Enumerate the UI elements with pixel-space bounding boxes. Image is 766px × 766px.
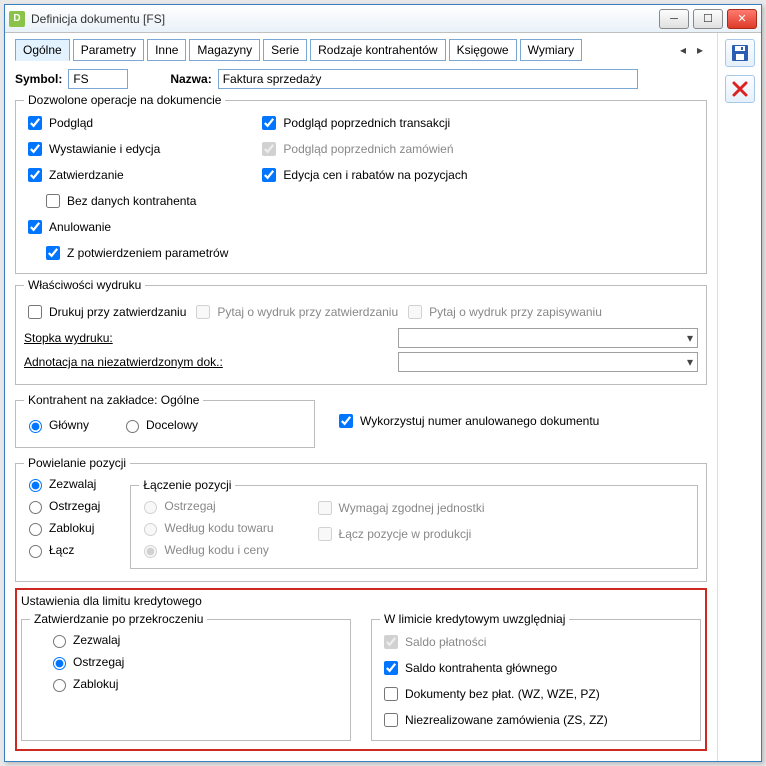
credit-include-group: W limicie kredytowym uwzględniaj Saldo p… xyxy=(371,612,701,741)
credit-legend: Ustawienia dla limitu kredytowego xyxy=(21,594,202,608)
print-props-group: Właściwości wydruku Drukuj przy zatwierd… xyxy=(15,278,707,385)
name-input[interactable] xyxy=(218,69,638,89)
chk-require-unit: Wymagaj zgodnej jednostki xyxy=(314,498,485,518)
close-button[interactable]: ✕ xyxy=(727,9,757,29)
chk-prev-orders: Podgląd poprzednich zamówień xyxy=(258,139,467,159)
titlebar: D Definicja dokumentu [FS] ─ ☐ ✕ xyxy=(5,5,761,33)
main-pane: Ogólne Parametry Inne Magazyny Serie Rod… xyxy=(5,33,717,761)
tabs-arrow-left-icon[interactable]: ◂ xyxy=(676,43,690,57)
name-label: Nazwa: xyxy=(170,72,211,86)
tab-parametry[interactable]: Parametry xyxy=(73,39,144,61)
save-button[interactable] xyxy=(725,39,755,67)
tab-ksiegowe[interactable]: Księgowe xyxy=(449,39,517,61)
disk-icon xyxy=(731,44,749,62)
radio-dup-merge[interactable]: Łącz xyxy=(24,542,100,558)
app-window: D Definicja dokumentu [FS] ─ ☐ ✕ Ogólne … xyxy=(4,4,762,762)
radio-credit-allow[interactable]: Zezwalaj xyxy=(48,632,342,648)
allowed-operations-legend: Dozwolone operacje na dokumencie xyxy=(24,93,225,107)
credit-confirm-legend: Zatwierdzanie po przekroczeniu xyxy=(30,612,207,626)
chk-confirm[interactable]: Zatwierdzanie xyxy=(24,165,228,185)
chk-prev-trans[interactable]: Podgląd poprzednich transakcji xyxy=(258,113,467,133)
credit-limit-highlight: Ustawienia dla limitu kredytowego Zatwie… xyxy=(15,588,707,751)
radio-credit-warn[interactable]: Ostrzegaj xyxy=(48,654,342,670)
radio-merge-bycode: Według kodu towaru xyxy=(139,520,273,536)
symbol-label: Symbol: xyxy=(15,72,62,86)
footer-label: Stopka wydruku: xyxy=(24,331,113,345)
print-props-legend: Właściwości wydruku xyxy=(24,278,145,292)
chk-credit-main-balance[interactable]: Saldo kontrahenta głównego xyxy=(380,658,692,678)
window-title: Definicja dokumentu [FS] xyxy=(31,12,659,26)
credit-include-legend: W limicie kredytowym uwzględniaj xyxy=(380,612,569,626)
maximize-button[interactable]: ☐ xyxy=(693,9,723,29)
allowed-operations-group: Dozwolone operacje na dokumencie Podgląd… xyxy=(15,93,707,274)
chk-print-confirm[interactable]: Drukuj przy zatwierdzaniu xyxy=(24,302,186,322)
radio-contractor-target[interactable]: Docelowy xyxy=(121,417,198,433)
symbol-input[interactable] xyxy=(68,69,128,89)
window-buttons: ─ ☐ ✕ xyxy=(659,9,757,29)
cancel-button[interactable] xyxy=(725,75,755,103)
chk-no-contractor[interactable]: Bez danych kontrahenta xyxy=(42,191,228,211)
radio-dup-block[interactable]: Zablokuj xyxy=(24,520,100,536)
chk-reuse-canceled[interactable]: Wykorzystuj numer anulowanego dokumentu xyxy=(335,411,599,431)
annotation-label: Adnotacja na niezatwierdzonym dok.: xyxy=(24,355,223,369)
chk-confirm-params[interactable]: Z potwierdzeniem parametrów xyxy=(42,243,228,263)
tab-wymiary[interactable]: Wymiary xyxy=(520,39,583,61)
tab-inne[interactable]: Inne xyxy=(147,39,186,61)
tab-magazyny[interactable]: Magazyny xyxy=(189,39,260,61)
merge-group: Łączenie pozycji Ostrzegaj Według kodu t… xyxy=(130,478,698,569)
chk-merge-prod: Łącz pozycje w produkcji xyxy=(314,524,485,544)
action-sidebar xyxy=(717,33,761,761)
annotation-combo[interactable] xyxy=(398,352,698,372)
app-icon: D xyxy=(9,11,25,27)
chk-edit-prices[interactable]: Edycja cen i rabatów na pozycjach xyxy=(258,165,467,185)
radio-credit-block[interactable]: Zablokuj xyxy=(48,676,342,692)
radio-dup-warn[interactable]: Ostrzegaj xyxy=(24,498,100,514)
chk-preview[interactable]: Podgląd xyxy=(24,113,228,133)
close-icon xyxy=(732,81,748,97)
credit-group: Ustawienia dla limitu kredytowego Zatwie… xyxy=(21,594,701,745)
duplicate-legend: Powielanie pozycji xyxy=(24,456,130,470)
tabs: Ogólne Parametry Inne Magazyny Serie Rod… xyxy=(15,39,707,61)
chk-credit-balance: Saldo płatności xyxy=(380,632,692,652)
credit-confirm-group: Zatwierdzanie po przekroczeniu Zezwalaj … xyxy=(21,612,351,741)
contractor-legend: Kontrahent na zakładce: Ogólne xyxy=(24,393,203,407)
chk-issue-edit[interactable]: Wystawianie i edycja xyxy=(24,139,228,159)
radio-merge-warn: Ostrzegaj xyxy=(139,498,273,514)
radio-merge-bycodeprice: Według kodu i ceny xyxy=(139,542,273,558)
merge-legend: Łączenie pozycji xyxy=(139,478,235,492)
radio-dup-allow[interactable]: Zezwalaj xyxy=(24,476,100,492)
tab-serie[interactable]: Serie xyxy=(263,39,307,61)
footer-combo[interactable] xyxy=(398,328,698,348)
tabs-arrow-right-icon[interactable]: ▸ xyxy=(693,43,707,57)
contractor-group: Kontrahent na zakładce: Ogólne Główny Do… xyxy=(15,393,315,448)
chk-ask-print-save: Pytaj o wydruk przy zapisywaniu xyxy=(404,302,602,322)
chk-cancel[interactable]: Anulowanie xyxy=(24,217,228,237)
chk-credit-docs-nopay[interactable]: Dokumenty bez płat. (WZ, WZE, PZ) xyxy=(380,684,692,704)
duplicate-group: Powielanie pozycji Zezwalaj Ostrzegaj Za… xyxy=(15,456,707,582)
radio-contractor-main[interactable]: Główny xyxy=(24,417,89,433)
minimize-button[interactable]: ─ xyxy=(659,9,689,29)
tab-ogolne[interactable]: Ogólne xyxy=(15,39,70,61)
tab-rodzaje-kontrahentow[interactable]: Rodzaje kontrahentów xyxy=(310,39,445,61)
chk-credit-unfulfilled[interactable]: Niezrealizowane zamówienia (ZS, ZZ) xyxy=(380,710,692,730)
chk-ask-print-confirm: Pytaj o wydruk przy zatwierdzaniu xyxy=(192,302,398,322)
